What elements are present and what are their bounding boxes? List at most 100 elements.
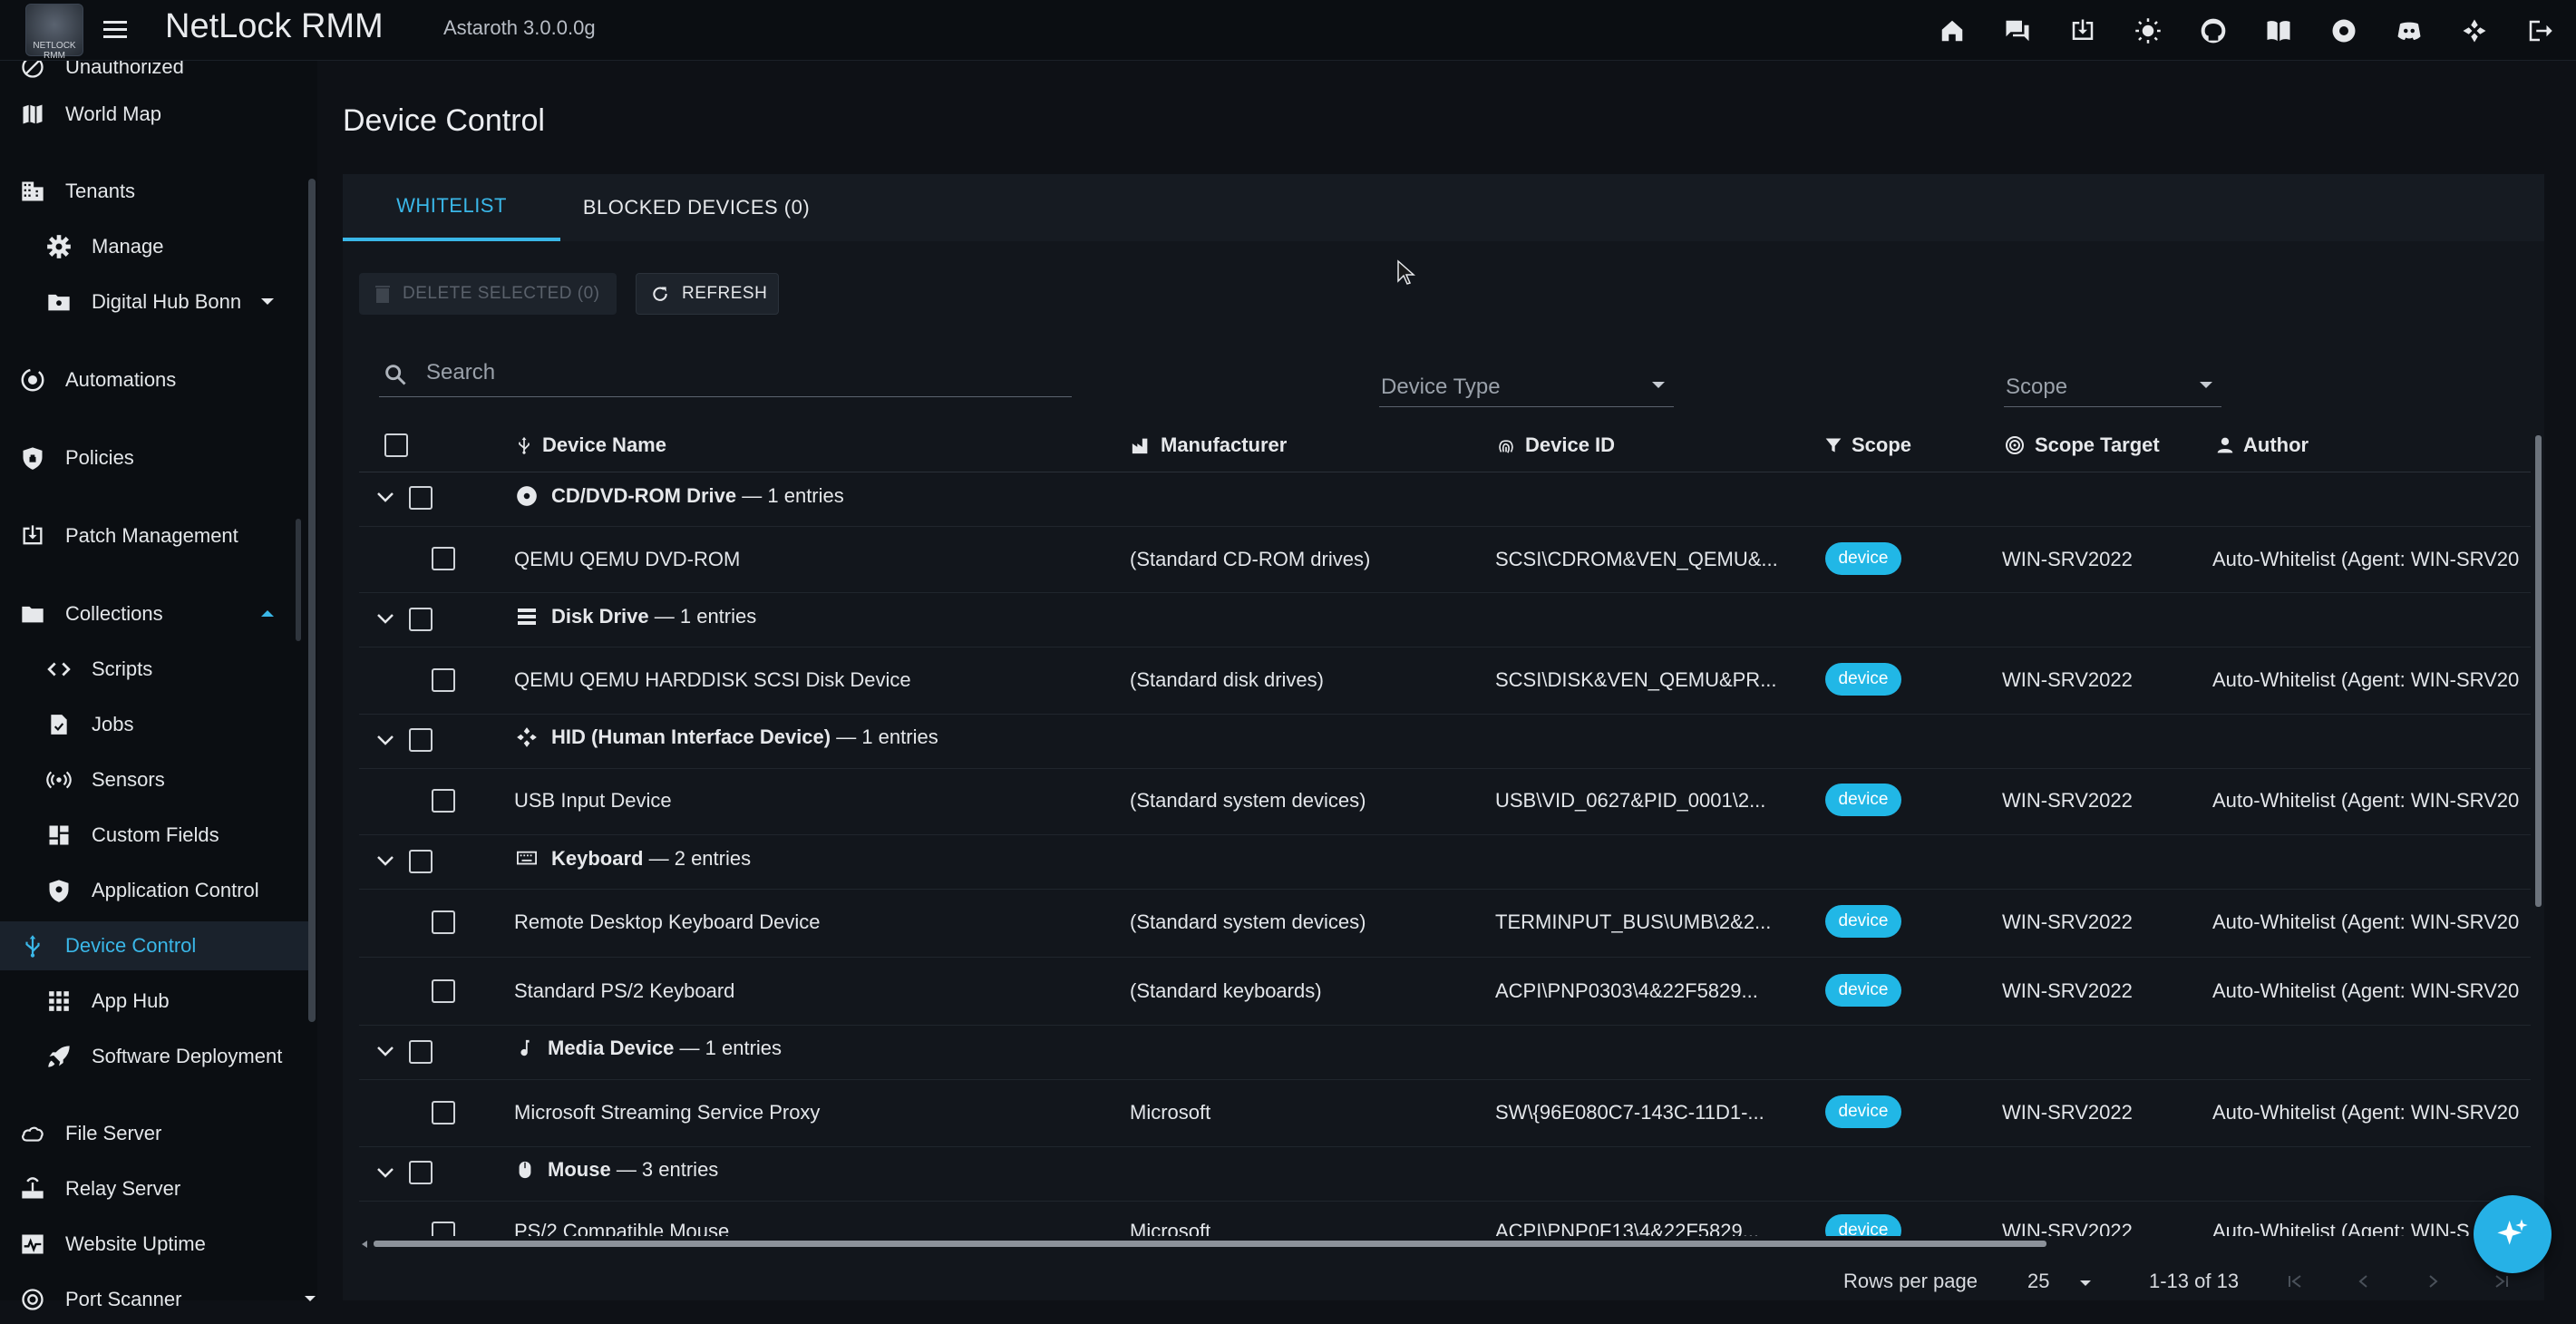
scope-select[interactable]: Scope xyxy=(2004,365,2221,407)
sidebar-scrollbar[interactable] xyxy=(308,179,316,1022)
chevron-up-icon[interactable] xyxy=(261,610,274,617)
delete-selected-button[interactable]: DELETE SELECTED (0) xyxy=(359,273,617,315)
group-checkbox[interactable] xyxy=(409,1040,433,1064)
column-header-scope-target[interactable]: Scope Target xyxy=(2004,426,2160,464)
table-vertical-scrollbar[interactable] xyxy=(2535,435,2542,907)
sidebar-item-automations[interactable]: Automations xyxy=(0,355,308,404)
group-collapse-chevron[interactable] xyxy=(375,491,395,503)
group-name: Keyboard xyxy=(551,847,644,870)
home-icon[interactable] xyxy=(1934,13,1970,49)
netlock-logo[interactable]: NETLOCK RMM xyxy=(25,4,83,61)
logout-icon[interactable] xyxy=(2522,13,2558,49)
sidebar-item-collections[interactable]: Collections xyxy=(0,589,308,638)
scroll-left-icon[interactable] xyxy=(359,1239,370,1250)
column-header-scope[interactable]: Scope xyxy=(1824,426,1911,464)
tab-whitelist[interactable]: WHITELIST xyxy=(343,174,560,241)
row-checkbox[interactable] xyxy=(432,668,455,692)
author-cell: Auto-Whitelist (Agent: WIN-S xyxy=(2212,1220,2470,1236)
group-checkbox[interactable] xyxy=(409,486,433,510)
manufacturer-cell: (Standard CD-ROM drives) xyxy=(1130,548,1371,570)
refresh-button[interactable]: REFRESH xyxy=(636,273,779,315)
sidebar-item-scripts[interactable]: Scripts xyxy=(0,645,308,694)
next-page-icon[interactable] xyxy=(2425,1273,2441,1290)
search-field[interactable] xyxy=(379,349,1072,397)
sidebar-item-file-server[interactable]: File Server xyxy=(0,1109,308,1158)
group-name: Disk Drive xyxy=(551,605,649,628)
mouse-icon xyxy=(515,1158,535,1182)
sidebar-item-device-control[interactable]: Device Control xyxy=(0,921,308,970)
scope-badge[interactable]: device xyxy=(1825,784,1901,816)
rows-per-page-select[interactable]: 25 xyxy=(2027,1270,2049,1293)
menu-icon[interactable] xyxy=(102,16,131,44)
scope-badge[interactable]: device xyxy=(1825,974,1901,1007)
sidebar-item-world-map[interactable]: World Map xyxy=(0,90,308,139)
group-checkbox[interactable] xyxy=(409,608,433,631)
grid-icon xyxy=(43,985,75,1017)
theme-icon[interactable] xyxy=(2130,13,2166,49)
row-checkbox[interactable] xyxy=(432,789,455,813)
sidebar-item-policies[interactable]: Policies xyxy=(0,433,308,482)
group-count: — 2 entries xyxy=(648,847,752,870)
download-icon[interactable] xyxy=(2065,13,2101,49)
group-collapse-chevron[interactable] xyxy=(375,854,395,867)
scope-badge[interactable]: device xyxy=(1825,905,1901,938)
column-header-author[interactable]: Author xyxy=(2216,426,2309,464)
tab-blocked-devices[interactable]: BLOCKED DEVICES (0) xyxy=(560,174,832,241)
ai-assistant-button[interactable] xyxy=(2474,1195,2552,1273)
scope-badge[interactable]: device xyxy=(1825,1214,1901,1236)
discord-icon[interactable] xyxy=(2391,13,2427,49)
chevron-down-icon[interactable] xyxy=(261,298,274,305)
sidebar-item-port-scanner[interactable]: Port Scanner xyxy=(0,1275,316,1324)
row-checkbox[interactable] xyxy=(432,547,455,570)
sidebar-item-patch-management[interactable]: Patch Management xyxy=(0,511,308,560)
column-header-device-id[interactable]: Device ID xyxy=(1496,426,1615,464)
device-name-cell: USB Input Device xyxy=(514,789,672,812)
sidebar-item-software-deployment[interactable]: Software Deployment xyxy=(0,1032,308,1081)
sidebar-item-application-control[interactable]: Application Control xyxy=(0,866,308,915)
chevron-down-icon xyxy=(2200,382,2212,388)
group-checkbox[interactable] xyxy=(409,1161,433,1184)
github-icon[interactable] xyxy=(2195,13,2231,49)
device-name-cell: Remote Desktop Keyboard Device xyxy=(514,910,821,933)
group-checkbox[interactable] xyxy=(409,850,433,873)
column-header-device-name[interactable]: Device Name xyxy=(515,426,666,464)
sidebar-item-digital-hub-bonn[interactable]: Digital Hub Bonn xyxy=(0,277,308,326)
device-type-select[interactable]: Device Type xyxy=(1379,365,1674,407)
scope-badge[interactable]: device xyxy=(1825,1095,1901,1128)
column-header-manufacturer[interactable]: Manufacturer xyxy=(1130,426,1287,464)
sidebar-item-app-hub[interactable]: App Hub xyxy=(0,977,308,1026)
chat-icon[interactable] xyxy=(1999,13,2036,49)
chevron-down-icon[interactable] xyxy=(305,1296,316,1301)
select-all-checkbox[interactable] xyxy=(384,433,408,457)
sidebar-item-custom-fields[interactable]: Custom Fields xyxy=(0,811,308,860)
person-icon xyxy=(2216,435,2234,455)
row-checkbox[interactable] xyxy=(432,1222,455,1236)
group-collapse-chevron[interactable] xyxy=(375,1045,395,1057)
first-page-icon[interactable] xyxy=(2287,1273,2303,1290)
last-page-icon[interactable] xyxy=(2493,1273,2510,1290)
chevron-down-icon[interactable] xyxy=(2080,1280,2091,1286)
docs-icon[interactable] xyxy=(2260,13,2297,49)
sidebar-item-sensors[interactable]: Sensors xyxy=(0,755,308,804)
sidebar-item-tenants[interactable]: Tenants xyxy=(0,167,308,216)
members-icon[interactable] xyxy=(2456,13,2493,49)
row-checkbox[interactable] xyxy=(432,979,455,1003)
group-checkbox[interactable] xyxy=(409,728,433,752)
sidebar-item-manage[interactable]: Manage xyxy=(0,222,308,271)
sidebar-item-relay-server[interactable]: Relay Server xyxy=(0,1164,308,1213)
support-icon[interactable] xyxy=(2326,13,2362,49)
row-checkbox[interactable] xyxy=(432,910,455,934)
sidebar-item-label: Software Deployment xyxy=(92,1045,283,1067)
scope-badge[interactable]: device xyxy=(1825,542,1901,575)
row-checkbox[interactable] xyxy=(432,1101,455,1124)
group-collapse-chevron[interactable] xyxy=(375,1166,395,1179)
scope-badge[interactable]: device xyxy=(1825,663,1901,696)
group-collapse-chevron[interactable] xyxy=(375,612,395,625)
prev-page-icon[interactable] xyxy=(2356,1273,2372,1290)
sidebar-item-jobs[interactable]: Jobs xyxy=(0,700,308,749)
sidebar-item-website-uptime[interactable]: Website Uptime xyxy=(0,1220,308,1269)
sidebar-scrollbar-inner[interactable] xyxy=(296,519,301,641)
search-input[interactable] xyxy=(424,356,1059,389)
group-collapse-chevron[interactable] xyxy=(375,734,395,746)
table-horizontal-scrollbar[interactable] xyxy=(374,1241,2046,1247)
